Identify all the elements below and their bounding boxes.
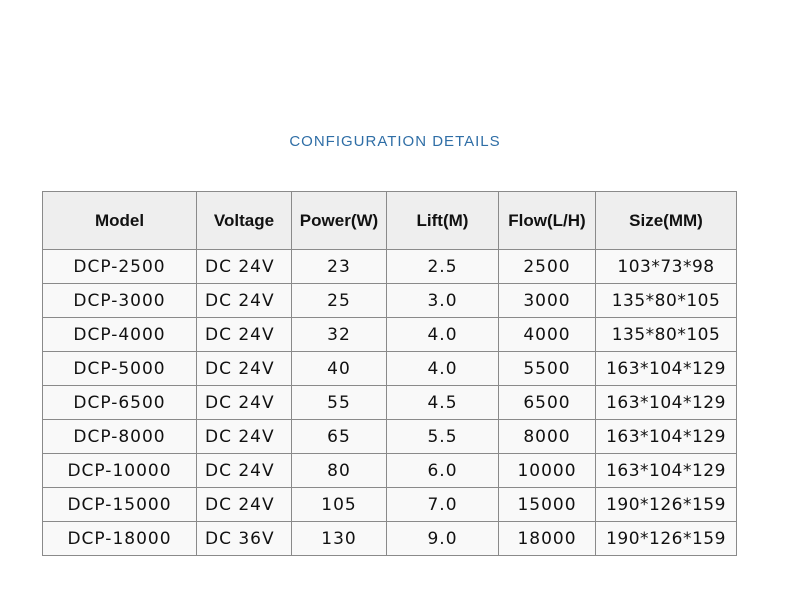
header-flow: Flow(L/H)	[498, 191, 596, 250]
cell-size: 190*126*159	[595, 487, 737, 522]
cell-lift: 4.5	[386, 385, 499, 420]
header-model: Model	[42, 191, 197, 250]
table-row: DCP-5000 DC 24V 40 4.0 5500 163*104*129	[42, 351, 737, 386]
table-row: DCP-2500 DC 24V 23 2.5 2500 103*73*98	[42, 249, 737, 284]
table-row: DCP-3000 DC 24V 25 3.0 3000 135*80*105	[42, 283, 737, 318]
cell-flow: 10000	[498, 453, 596, 488]
cell-voltage: DC 24V	[196, 453, 292, 488]
cell-size: 135*80*105	[595, 317, 737, 352]
header-power: Power(W)	[291, 191, 387, 250]
cell-model: DCP-3000	[42, 283, 197, 318]
table-row: DCP-6500 DC 24V 55 4.5 6500 163*104*129	[42, 385, 737, 420]
cell-model: DCP-18000	[42, 521, 197, 556]
cell-size: 163*104*129	[595, 453, 737, 488]
cell-lift: 5.5	[386, 419, 499, 454]
cell-flow: 15000	[498, 487, 596, 522]
cell-power: 40	[291, 351, 387, 386]
cell-flow: 4000	[498, 317, 596, 352]
cell-power: 55	[291, 385, 387, 420]
cell-voltage: DC 36V	[196, 521, 292, 556]
cell-flow: 3000	[498, 283, 596, 318]
cell-size: 163*104*129	[595, 351, 737, 386]
header-row: Model Voltage Power(W) Lift(M) Flow(L/H)…	[42, 191, 737, 250]
configuration-table: Model Voltage Power(W) Lift(M) Flow(L/H)…	[42, 191, 737, 556]
cell-size: 163*104*129	[595, 385, 737, 420]
table-body: DCP-2500 DC 24V 23 2.5 2500 103*73*98 DC…	[42, 249, 737, 556]
table-row: DCP-18000 DC 36V 130 9.0 18000 190*126*1…	[42, 521, 737, 556]
cell-voltage: DC 24V	[196, 249, 292, 284]
cell-flow: 8000	[498, 419, 596, 454]
header-size: Size(MM)	[595, 191, 737, 250]
cell-flow: 6500	[498, 385, 596, 420]
cell-voltage: DC 24V	[196, 419, 292, 454]
cell-lift: 6.0	[386, 453, 499, 488]
cell-power: 23	[291, 249, 387, 284]
page-title: CONFIGURATION DETAILS	[289, 133, 501, 150]
cell-power: 25	[291, 283, 387, 318]
cell-power: 130	[291, 521, 387, 556]
table-row: DCP-10000 DC 24V 80 6.0 10000 163*104*12…	[42, 453, 737, 488]
cell-model: DCP-5000	[42, 351, 197, 386]
cell-model: DCP-15000	[42, 487, 197, 522]
cell-model: DCP-10000	[42, 453, 197, 488]
cell-lift: 3.0	[386, 283, 499, 318]
cell-voltage: DC 24V	[196, 283, 292, 318]
cell-power: 32	[291, 317, 387, 352]
cell-power: 105	[291, 487, 387, 522]
cell-voltage: DC 24V	[196, 385, 292, 420]
cell-model: DCP-2500	[42, 249, 197, 284]
table-row: DCP-15000 DC 24V 105 7.0 15000 190*126*1…	[42, 487, 737, 522]
cell-size: 163*104*129	[595, 419, 737, 454]
cell-lift: 7.0	[386, 487, 499, 522]
cell-power: 80	[291, 453, 387, 488]
header-lift: Lift(M)	[386, 191, 499, 250]
cell-voltage: DC 24V	[196, 351, 292, 386]
cell-lift: 4.0	[386, 351, 499, 386]
cell-model: DCP-4000	[42, 317, 197, 352]
table-row: DCP-4000 DC 24V 32 4.0 4000 135*80*105	[42, 317, 737, 352]
table-row: DCP-8000 DC 24V 65 5.5 8000 163*104*129	[42, 419, 737, 454]
cell-flow: 5500	[498, 351, 596, 386]
cell-model: DCP-6500	[42, 385, 197, 420]
cell-model: DCP-8000	[42, 419, 197, 454]
header-voltage: Voltage	[196, 191, 292, 250]
cell-size: 190*126*159	[595, 521, 737, 556]
cell-voltage: DC 24V	[196, 317, 292, 352]
cell-lift: 2.5	[386, 249, 499, 284]
cell-lift: 9.0	[386, 521, 499, 556]
table-header: Model Voltage Power(W) Lift(M) Flow(L/H)…	[42, 191, 737, 250]
cell-size: 135*80*105	[595, 283, 737, 318]
cell-flow: 18000	[498, 521, 596, 556]
cell-power: 65	[291, 419, 387, 454]
cell-flow: 2500	[498, 249, 596, 284]
cell-voltage: DC 24V	[196, 487, 292, 522]
cell-size: 103*73*98	[595, 249, 737, 284]
cell-lift: 4.0	[386, 317, 499, 352]
